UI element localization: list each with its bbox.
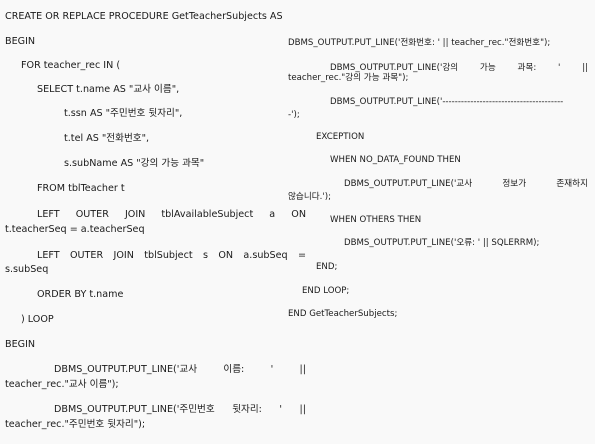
code-line: END LOOP;	[302, 286, 350, 296]
code-line: LEFT OUTER JOIN tblAvailableSubject a ON	[37, 209, 306, 220]
code-line: DBMS_OUTPUT.PUT_LINE('주민번호 뒷자리: ' ||	[54, 404, 306, 415]
code-line: LEFT OUTER JOIN tblSubject s ON a.subSeq…	[37, 250, 306, 261]
code-line: ORDER BY t.name	[37, 289, 124, 300]
code-line: t.ssn AS "주민번호 뒷자리",	[64, 108, 183, 119]
code-line: t.tel AS "전화번호",	[64, 133, 150, 144]
code-line: EXCEPTION	[316, 132, 365, 142]
code-line: FOR teacher_rec IN (	[21, 60, 121, 71]
code-line: SELECT t.name AS "교사 이름",	[37, 84, 180, 95]
code-line: teacher_rec."교사 이름");	[5, 379, 119, 390]
code-line: WHEN OTHERS THEN	[330, 215, 422, 225]
code-line: s.subSeq	[5, 264, 49, 275]
code-line: END;	[316, 262, 338, 272]
code-line: BEGIN	[5, 36, 36, 47]
code-line: CREATE OR REPLACE PROCEDURE GetTeacherSu…	[5, 11, 283, 22]
code-line: t.teacherSeq = a.teacherSeq	[5, 224, 145, 235]
code-line: WHEN NO_DATA_FOUND THEN	[330, 155, 461, 165]
code-line: FROM tblTeacher t	[37, 183, 125, 194]
code-line: teacher_rec."주민번호 뒷자리");	[5, 419, 146, 430]
code-line: -');	[288, 110, 300, 120]
code-line: ) LOOP	[21, 314, 54, 325]
code-line: END GetTeacherSubjects;	[288, 309, 398, 319]
code-line: DBMS_OUTPUT.PUT_LINE('교사 이름: ' ||	[54, 364, 306, 375]
code-line: DBMS_OUTPUT.PUT_LINE('오류: ' || SQLERRM);	[344, 238, 540, 248]
code-line: BEGIN	[5, 339, 36, 350]
code-line: DBMS_OUTPUT.PUT_LINE('------------------…	[330, 97, 564, 107]
code-line: DBMS_OUTPUT.PUT_LINE('전화번호: ' || teacher…	[288, 38, 551, 48]
code-line: 않습니다.');	[288, 192, 331, 202]
code-line: s.subName AS "강의 가능 과목"	[64, 158, 205, 169]
code-line: teacher_rec."강의 가능 과목");	[288, 73, 409, 83]
code-line: DBMS_OUTPUT.PUT_LINE('교사 정보가 존재하지	[344, 179, 588, 189]
